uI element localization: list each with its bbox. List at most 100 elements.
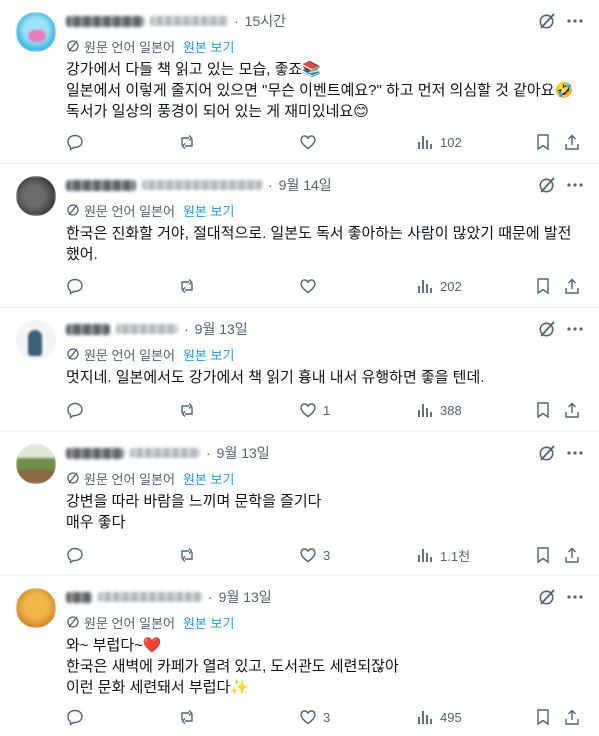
action-bar: 3 495 (66, 707, 589, 727)
repost-button[interactable] (178, 400, 202, 420)
reply-button[interactable] (66, 276, 90, 296)
post[interactable]: · 9월 13일 원문 언어 일본어 원본 보기 멋지네. 일본에서도 강가에서… (0, 308, 599, 432)
share-icon (565, 709, 579, 725)
show-original-link[interactable]: 원본 보기 (183, 201, 234, 220)
translation-row: 원문 언어 일본어 원본 보기 (66, 613, 234, 631)
like-icon (300, 279, 316, 294)
repost-icon (181, 279, 193, 293)
show-original-link[interactable]: 원본 보기 (183, 345, 234, 364)
share-button[interactable] (563, 545, 581, 565)
bookmark-button[interactable] (534, 132, 552, 152)
bookmark-icon (537, 547, 549, 564)
reply-button[interactable] (66, 132, 90, 152)
post-header: · 15시간 (66, 11, 529, 31)
post-time[interactable]: 9월 13일 (195, 319, 248, 339)
more-icon[interactable] (565, 175, 585, 195)
views-button[interactable]: 102 (416, 132, 462, 152)
bookmark-icon (537, 709, 549, 726)
bookmark-button[interactable] (534, 707, 552, 727)
post-header: · 9월 13일 (66, 443, 529, 463)
repost-button[interactable] (178, 707, 202, 727)
more-icon[interactable] (565, 11, 585, 31)
show-original-link[interactable]: 원본 보기 (183, 613, 234, 632)
views-button[interactable]: 495 (416, 707, 462, 727)
like-icon (300, 548, 316, 563)
share-icon (565, 278, 579, 294)
display-name[interactable] (66, 15, 144, 27)
views-icon (418, 280, 432, 293)
like-button[interactable]: 3 (299, 545, 330, 565)
post[interactable]: · 15시간 원문 언어 일본어 원본 보기 강가에서 다들 책 읽고 있는 모… (0, 0, 599, 164)
post[interactable]: · 9월 13일 원문 언어 일본어 원본 보기 강변을 따라 바람을 느끼며 … (0, 432, 599, 576)
grok-icon[interactable] (537, 319, 557, 339)
reply-icon (67, 402, 83, 419)
translate-icon (67, 204, 79, 216)
reply-button[interactable] (66, 545, 90, 565)
bookmark-icon (537, 134, 549, 151)
views-button[interactable]: 1.1천 (416, 545, 470, 565)
action-bar: 1 388 (66, 400, 589, 420)
bookmark-button[interactable] (534, 545, 552, 565)
grok-icon[interactable] (537, 11, 557, 31)
views-button[interactable]: 202 (416, 276, 462, 296)
avatar[interactable] (16, 444, 56, 484)
action-bar: 202 (66, 276, 589, 296)
bookmark-button[interactable] (534, 276, 552, 296)
post-time[interactable]: 9월 13일 (217, 443, 270, 463)
share-button[interactable] (563, 707, 581, 727)
repost-button[interactable] (178, 276, 202, 296)
views-button[interactable]: 388 (416, 400, 462, 420)
display-name[interactable] (66, 179, 136, 191)
share-button[interactable] (563, 400, 581, 420)
repost-icon (181, 548, 193, 562)
bookmark-icon (537, 402, 549, 419)
reply-button[interactable] (66, 400, 90, 420)
user-handle[interactable] (116, 324, 178, 334)
grok-icon[interactable] (537, 587, 557, 607)
avatar[interactable] (16, 12, 56, 52)
post-text: 와~ 부럽다~❤️ 한국은 새벽에 카페가 열려 있고, 도서관도 세련되잖아 … (66, 637, 399, 696)
user-handle[interactable] (130, 448, 200, 458)
post-header: · 9월 13일 (66, 587, 529, 607)
show-original-link[interactable]: 원본 보기 (183, 469, 234, 488)
like-icon (300, 403, 316, 418)
post-time[interactable]: 15시간 (245, 11, 286, 31)
repost-button[interactable] (178, 545, 202, 565)
avatar[interactable] (16, 176, 56, 216)
more-icon[interactable] (565, 443, 585, 463)
translation-row: 원문 언어 일본어 원본 보기 (66, 201, 234, 219)
bookmark-button[interactable] (534, 400, 552, 420)
repost-button[interactable] (178, 132, 202, 152)
display-name[interactable] (66, 447, 124, 459)
grok-icon[interactable] (537, 443, 557, 463)
grok-icon[interactable] (537, 175, 557, 195)
share-button[interactable] (563, 276, 581, 296)
user-handle[interactable] (142, 180, 262, 190)
reply-button[interactable] (66, 707, 90, 727)
user-handle[interactable] (150, 16, 228, 26)
share-button[interactable] (563, 132, 581, 152)
more-icon[interactable] (565, 319, 585, 339)
avatar[interactable] (16, 588, 56, 628)
like-button[interactable] (299, 132, 323, 152)
like-button[interactable] (299, 276, 323, 296)
post-text: 강가에서 다들 책 읽고 있는 모습, 좋죠📚 일본에서 이렇게 줄지어 있으면… (66, 61, 574, 120)
more-icon[interactable] (565, 587, 585, 607)
translation-label: 원문 언어 일본어 (84, 203, 175, 219)
translate-icon (67, 472, 79, 484)
like-button[interactable]: 1 (299, 400, 330, 420)
post[interactable]: · 9월 13일 원문 언어 일본어 원본 보기 와~ 부럽다~❤️ 한국은 새… (0, 576, 599, 736)
post[interactable]: · 9월 14일 원문 언어 일본어 원본 보기 한국은 진화할 거야, 절대적… (0, 164, 599, 308)
display-name[interactable] (66, 323, 110, 335)
translation-row: 원문 언어 일본어 원본 보기 (66, 37, 234, 55)
show-original-link[interactable]: 원본 보기 (183, 37, 234, 56)
like-icon (300, 135, 316, 150)
display-name[interactable] (66, 591, 92, 603)
like-button[interactable]: 3 (299, 707, 330, 727)
post-time[interactable]: 9월 14일 (279, 175, 332, 195)
avatar[interactable] (16, 320, 56, 360)
post-time[interactable]: 9월 13일 (219, 587, 272, 607)
reply-icon (67, 709, 83, 726)
user-handle[interactable] (98, 592, 202, 602)
like-icon (300, 710, 316, 725)
